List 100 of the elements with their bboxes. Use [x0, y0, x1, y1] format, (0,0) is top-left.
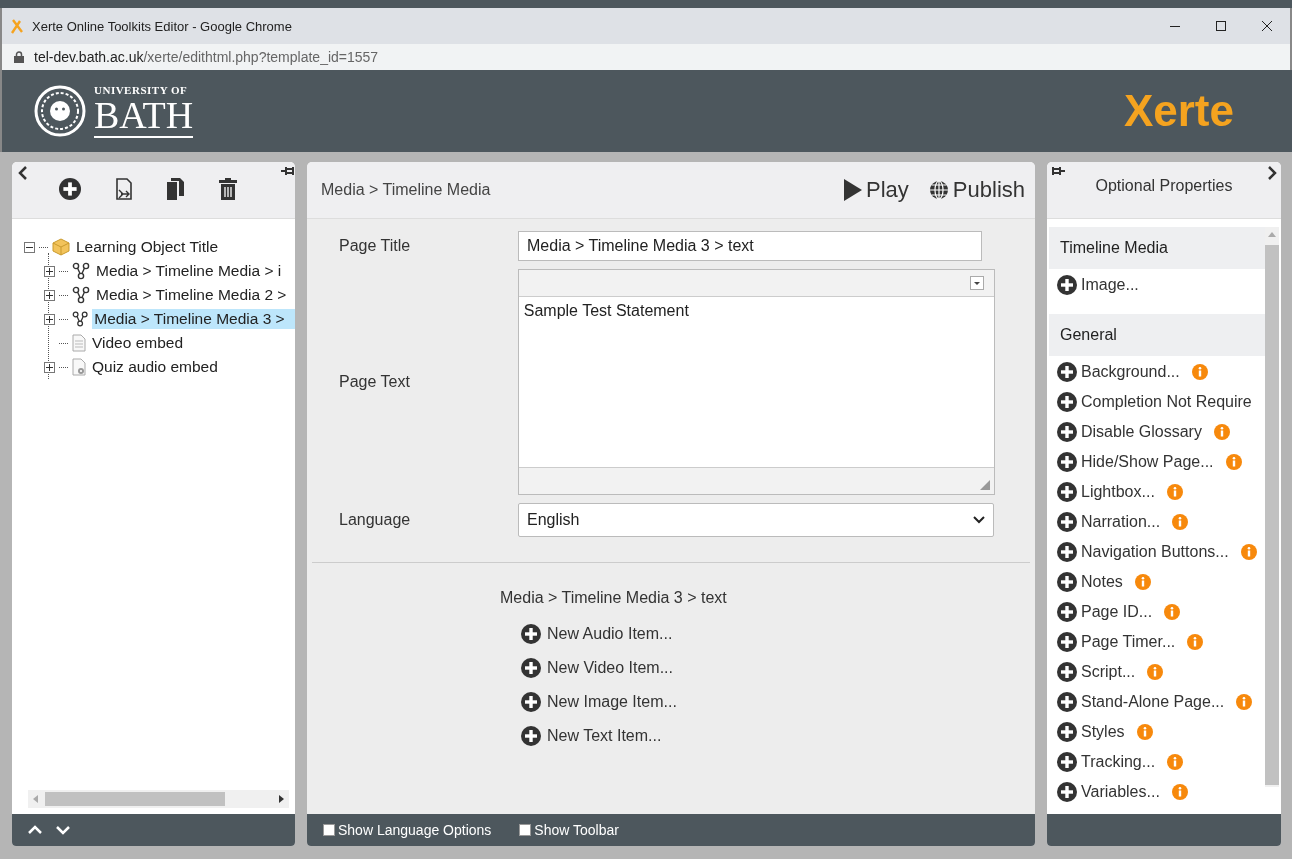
plus-circle-icon[interactable]: [1057, 572, 1077, 592]
university-label: UNIVERSITY OF: [94, 84, 189, 96]
trash-icon[interactable]: [219, 178, 237, 200]
document-gear-icon: [72, 358, 86, 376]
plus-circle-icon[interactable]: [1057, 512, 1077, 532]
checkbox[interactable]: [519, 824, 532, 836]
chevron-left-icon[interactable]: [18, 166, 28, 180]
field-label: Page Text: [339, 373, 411, 391]
university-name: BATH: [94, 95, 194, 138]
plus-circle-icon[interactable]: [1057, 482, 1077, 502]
plus-circle-icon[interactable]: [1057, 542, 1077, 562]
plus-box-icon[interactable]: [44, 361, 55, 373]
field-label: Page Title: [339, 237, 412, 255]
property-link[interactable]: Page Timer...: [1081, 633, 1176, 651]
page-title-field[interactable]: Media > Timeline Media 3 > text: [518, 231, 982, 261]
plus-circle-icon[interactable]: [1057, 662, 1077, 682]
plus-circle-icon[interactable]: [1057, 392, 1077, 412]
property-link[interactable]: Narration...: [1081, 513, 1161, 531]
emblem-drawing: [34, 85, 86, 137]
section-header: General: [1049, 314, 1265, 356]
plus-circle-icon[interactable]: [1057, 602, 1077, 622]
publish-button[interactable]: Publish: [928, 177, 1025, 203]
plus-circle-icon[interactable]: [1057, 722, 1077, 742]
property-link[interactable]: Completion Not Require: [1081, 393, 1252, 411]
plus-box-icon[interactable]: [44, 265, 55, 277]
option-checkbox[interactable]: Show Toolbar: [519, 822, 619, 838]
tree-item[interactable]: Video embed: [90, 333, 186, 353]
section-heading: Media > Timeline Media 3 > text: [500, 589, 728, 607]
property-link[interactable]: Lightbox...: [1081, 483, 1155, 501]
property-link[interactable]: Tracking...: [1081, 753, 1156, 771]
tree-item[interactable]: Learning Object Title: [74, 237, 221, 257]
new-item-link[interactable]: New Image Item...: [521, 685, 1035, 719]
play-icon[interactable]: [844, 179, 863, 201]
page-text-content[interactable]: Sample Test Statement: [523, 302, 689, 319]
vertical-scrollbar[interactable]: [1265, 227, 1279, 787]
pin-icon[interactable]: [1051, 166, 1065, 176]
plus-circle-icon[interactable]: [1057, 275, 1077, 295]
option-checkbox[interactable]: Show Language Options: [323, 822, 492, 838]
plus-circle-icon[interactable]: [521, 692, 541, 712]
document-icon: [72, 334, 86, 352]
import-page-icon[interactable]: [115, 178, 133, 200]
chevron-up-icon[interactable]: [28, 825, 42, 835]
add-icon[interactable]: [59, 178, 81, 200]
node-group-icon: [72, 286, 90, 304]
resize-handle-icon[interactable]: [980, 480, 990, 490]
property-link[interactable]: Disable Glossary: [1081, 423, 1202, 441]
chevron-down-icon[interactable]: [56, 825, 70, 835]
close-icon[interactable]: [1262, 21, 1272, 31]
section-header: Timeline Media: [1049, 227, 1265, 269]
plus-circle-icon[interactable]: [1057, 452, 1077, 472]
cube-icon: [52, 238, 70, 256]
product-logo: Xerte: [1123, 86, 1234, 136]
horizontal-scrollbar[interactable]: [28, 790, 289, 808]
property-link[interactable]: Hide/Show Page...: [1081, 453, 1214, 471]
pin-icon[interactable]: [281, 166, 295, 176]
property-link[interactable]: Styles: [1081, 723, 1125, 741]
chevron-right-icon[interactable]: [1267, 166, 1277, 180]
copy-icon[interactable]: [167, 178, 185, 200]
scroll-right-icon[interactable]: [279, 795, 284, 803]
plus-circle-icon[interactable]: [521, 624, 541, 644]
plus-circle-icon[interactable]: [521, 658, 541, 678]
plus-circle-icon[interactable]: [1057, 362, 1077, 382]
plus-circle-icon[interactable]: [1057, 782, 1077, 802]
property-link[interactable]: Background...: [1081, 363, 1180, 381]
new-item-link[interactable]: New Video Item...: [521, 651, 1035, 685]
panel-title: Optional Properties: [1094, 177, 1234, 195]
property-link[interactable]: Page ID...: [1081, 603, 1153, 621]
window-title: Xerte Online Toolkits Editor - Google Chrome: [32, 18, 293, 34]
property-link[interactable]: Script...: [1081, 663, 1136, 681]
property-link[interactable]: Stand-Alone Page...: [1081, 693, 1225, 711]
play-button[interactable]: Play: [844, 177, 909, 203]
property-link[interactable]: Variables...: [1081, 783, 1160, 801]
node-group-icon: [72, 262, 90, 280]
plus-box-icon[interactable]: [44, 313, 55, 325]
checkbox[interactable]: [323, 824, 335, 836]
maximize-icon[interactable]: [1216, 21, 1226, 31]
property-link[interactable]: Image...: [1081, 276, 1139, 294]
dropdown-icon[interactable]: [970, 276, 984, 290]
tree-item[interactable]: Media > Timeline Media 2 >: [94, 285, 289, 305]
tree-item[interactable]: Media > Timeline Media > i: [94, 261, 284, 281]
tree-item[interactable]: Quiz audio embed: [90, 357, 220, 377]
plus-circle-icon[interactable]: [1057, 422, 1077, 442]
minus-box-icon[interactable]: [24, 241, 35, 253]
plus-circle-icon[interactable]: [1057, 632, 1077, 652]
tree-item[interactable]: Media > Timeline Media 3 >: [92, 309, 295, 329]
wrench-logo-icon: [10, 18, 24, 34]
property-link[interactable]: Navigation Buttons...: [1081, 543, 1229, 561]
globe-icon[interactable]: [928, 180, 949, 200]
new-item-link[interactable]: New Text Item...: [521, 719, 1035, 753]
plus-box-icon[interactable]: [44, 289, 55, 301]
new-item-link[interactable]: New Audio Item...: [521, 617, 1035, 651]
plus-circle-icon[interactable]: [521, 726, 541, 746]
caret-icon[interactable]: [973, 516, 985, 524]
address-bar[interactable]: tel-dev.bath.ac.uk/xerte/edithtml.php?template_id=1557: [34, 49, 379, 65]
node-group-icon: [72, 310, 89, 328]
property-link[interactable]: Notes: [1081, 573, 1123, 591]
language-select[interactable]: English: [518, 503, 994, 537]
plus-circle-icon[interactable]: [1057, 752, 1077, 772]
plus-circle-icon[interactable]: [1057, 692, 1077, 712]
field-label: Language: [339, 511, 412, 529]
